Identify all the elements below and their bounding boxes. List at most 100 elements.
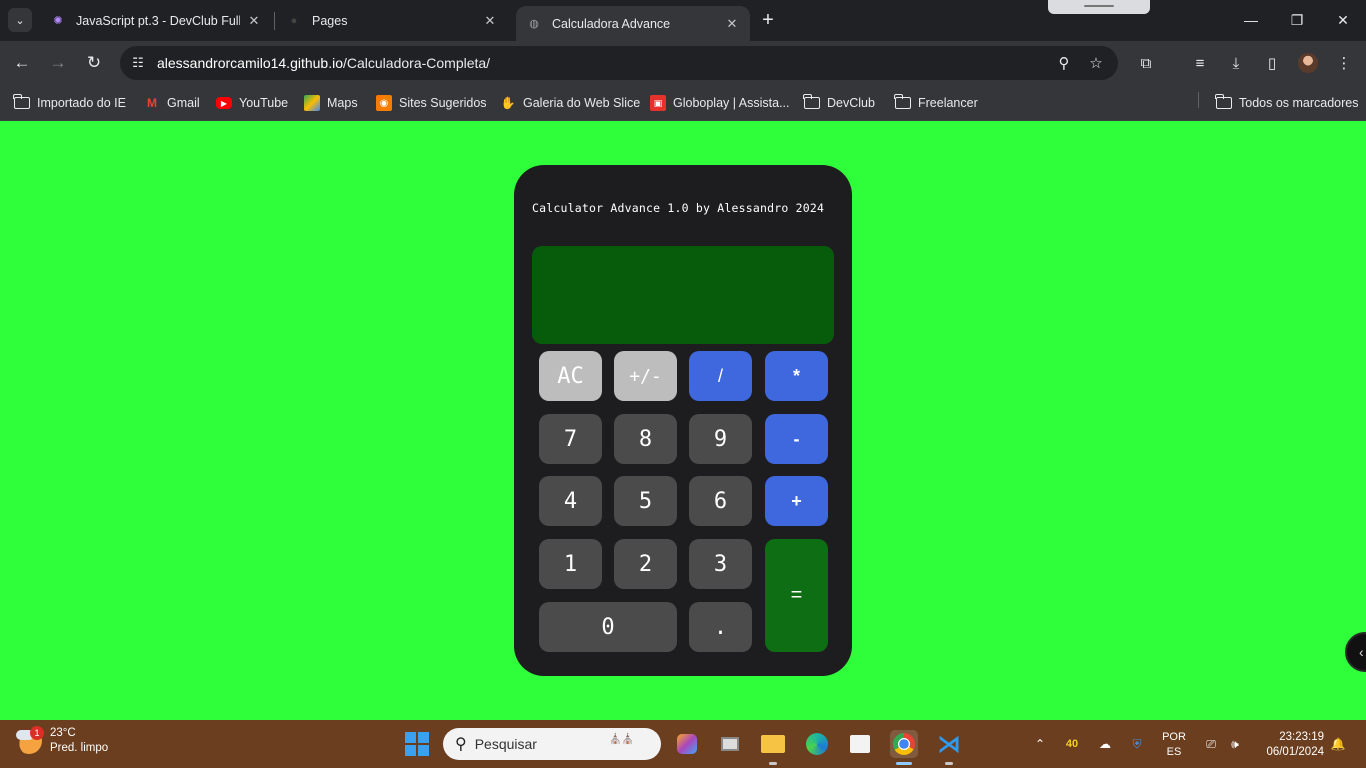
bookmark-devclub[interactable]: DevClub [803, 92, 875, 114]
webslice-icon: ✋ [500, 96, 516, 110]
url-path: /Calculadora-Completa/ [343, 55, 491, 71]
extensions-icon[interactable]: ⧉ [1134, 51, 1158, 75]
clock-date: 06/01/2024 [1266, 746, 1324, 758]
reload-button[interactable]: ↻ [82, 51, 106, 75]
key-0[interactable]: 0 [539, 602, 677, 652]
chevron-left-icon: ‹ [1359, 644, 1364, 660]
key-divide[interactable]: / [689, 351, 752, 401]
bookmark-label: DevClub [827, 96, 875, 110]
language-top: POR [1162, 731, 1186, 743]
key-5[interactable]: 5 [614, 476, 677, 526]
minimize-button[interactable]: — [1236, 8, 1266, 32]
forward-button[interactable]: → [46, 51, 70, 75]
globe-favicon-icon: ◍ [529, 18, 539, 30]
new-tab-button[interactable]: + [758, 9, 778, 31]
clock[interactable]: 23:23:19 06/01/2024 [1254, 730, 1324, 760]
side-panel-toggle[interactable]: ‹ [1345, 632, 1366, 672]
address-bar[interactable]: ☷ alessandrorcamilo14.github.io/Calculad… [120, 46, 1118, 80]
store-icon[interactable] [846, 730, 874, 758]
bookmarks-divider [1198, 92, 1199, 108]
onedrive-cloud-icon[interactable]: ☁ [1094, 734, 1116, 754]
tab-calculadora[interactable]: ◍ Calculadora Advance ✕ [516, 6, 750, 41]
key-4[interactable]: 4 [539, 476, 602, 526]
plus-icon: + [762, 8, 774, 31]
key-minus[interactable]: - [765, 414, 828, 464]
key-1[interactable]: 1 [539, 539, 602, 589]
close-icon: ✕ [1337, 11, 1349, 28]
close-icon[interactable]: ✕ [482, 13, 498, 29]
bookmark-globoplay[interactable]: ▣ Globoplay | Assista... [650, 92, 790, 114]
tray-overflow-chevron-icon[interactable]: ⌃ [1030, 734, 1050, 754]
key-2[interactable]: 2 [614, 539, 677, 589]
copilot-preview-icon[interactable] [673, 730, 701, 758]
tab-search-button[interactable]: ⌄ [8, 8, 32, 32]
key-7[interactable]: 7 [539, 414, 602, 464]
start-button[interactable] [405, 732, 429, 756]
security-shield-icon[interactable]: ⛨ [1126, 734, 1148, 754]
devclub-favicon-icon: ✺ [53, 15, 63, 27]
network-icon[interactable]: ⎚ [1200, 734, 1222, 754]
close-window-button[interactable]: ✕ [1328, 8, 1358, 32]
media-control-icon[interactable]: ≡ [1188, 51, 1212, 75]
key-8[interactable]: 8 [614, 414, 677, 464]
gmail-icon: M [147, 96, 157, 110]
weather-text: 23°C Pred. limpo [50, 726, 108, 756]
globoplay-icon: ▣ [650, 95, 666, 111]
profile-avatar[interactable] [1298, 53, 1318, 73]
site-settings-icon[interactable]: ☷ [128, 53, 148, 73]
bookmark-gmail[interactable]: M Gmail [144, 92, 200, 114]
zoom-icon[interactable]: ⚲ [1054, 53, 1074, 73]
bookmark-label: Galeria do Web Slice [523, 96, 641, 110]
bookmark-maps[interactable]: Maps [304, 92, 358, 114]
key-clear[interactable]: AC [539, 351, 602, 401]
calculator-display [532, 246, 834, 344]
arrow-left-icon: ← [13, 53, 31, 72]
bookmark-sites-sugeridos[interactable]: ◉ Sites Sugeridos [376, 92, 487, 114]
search-icon: ⚲ [455, 736, 467, 753]
chrome-icon[interactable] [890, 730, 918, 765]
download-icon[interactable]: ⤓ [1224, 51, 1248, 75]
url-text[interactable]: alessandrorcamilo14.github.io/Calculador… [157, 55, 490, 71]
key-9[interactable]: 9 [689, 414, 752, 464]
edge-icon[interactable] [803, 730, 831, 758]
taskbar-search[interactable]: ⚲ Pesquisar ⛪⛪ [443, 728, 661, 760]
bookmark-web-slice[interactable]: ✋ Galeria do Web Slice [500, 92, 641, 114]
window-drag-handle[interactable] [1048, 0, 1150, 14]
menu-kebab-icon[interactable]: ⋮ [1332, 51, 1356, 75]
github-favicon-icon: ● [290, 14, 298, 27]
url-host: alessandrorcamilo14.github.io [157, 55, 343, 71]
key-equals[interactable]: = [765, 539, 828, 652]
task-view-icon[interactable] [716, 730, 744, 758]
file-explorer-icon[interactable] [759, 730, 787, 765]
search-highlight-icon: ⛪⛪ [609, 734, 634, 745]
language-indicator[interactable]: POR ES [1160, 730, 1188, 760]
close-icon[interactable]: ✕ [246, 13, 262, 29]
close-icon[interactable]: ✕ [724, 16, 740, 32]
key-plus[interactable]: + [765, 476, 828, 526]
tab-pages[interactable]: ● Pages ✕ [276, 6, 508, 35]
volume-icon[interactable]: 🕪 [1224, 734, 1246, 754]
tray-app-indicator[interactable]: 40 [1060, 734, 1084, 754]
weather-temp: 23°C [50, 727, 76, 739]
key-3[interactable]: 3 [689, 539, 752, 589]
key-multiply[interactable]: * [765, 351, 828, 401]
bookmark-importado[interactable]: Importado do IE [13, 92, 126, 114]
all-bookmarks-button[interactable]: Todos os marcadores [1215, 92, 1359, 114]
bookmark-label: Freelancer [918, 96, 978, 110]
bookmark-label: Maps [327, 96, 358, 110]
notification-bell-icon[interactable]: 🔔 [1328, 734, 1348, 754]
bookmark-freelancer[interactable]: Freelancer [894, 92, 978, 114]
windows-logo-icon [405, 732, 416, 743]
folder-icon [803, 94, 820, 111]
language-bottom: ES [1166, 746, 1182, 758]
back-button[interactable]: ← [10, 51, 34, 75]
key-decimal[interactable]: . [689, 602, 752, 652]
restore-button[interactable]: ❐ [1282, 8, 1312, 32]
side-panel-icon[interactable]: ▯ [1260, 51, 1284, 75]
tab-javascript[interactable]: ✺ JavaScript pt.3 - DevClub Full St ✕ [40, 6, 272, 35]
bookmark-star-icon[interactable]: ☆ [1086, 53, 1106, 73]
key-toggle-sign[interactable]: +/- [614, 351, 677, 401]
vscode-icon[interactable]: ⋊ [935, 730, 963, 765]
bookmark-youtube[interactable]: ▶ YouTube [216, 92, 288, 114]
key-6[interactable]: 6 [689, 476, 752, 526]
